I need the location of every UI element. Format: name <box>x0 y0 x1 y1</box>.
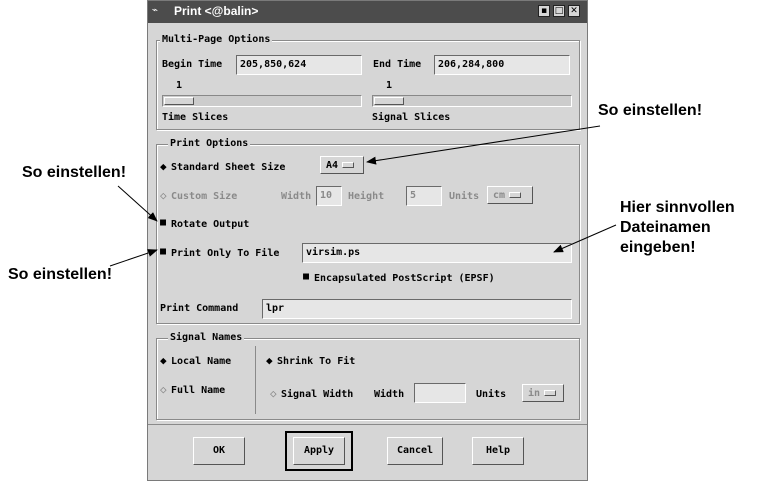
annotation-arrows <box>109 125 617 267</box>
arrow-to-file-name <box>553 224 617 253</box>
arrow-to-sheet-size <box>366 125 601 165</box>
arrow-to-rotate-output <box>117 185 158 222</box>
arrow-to-print-to-file <box>109 249 158 267</box>
